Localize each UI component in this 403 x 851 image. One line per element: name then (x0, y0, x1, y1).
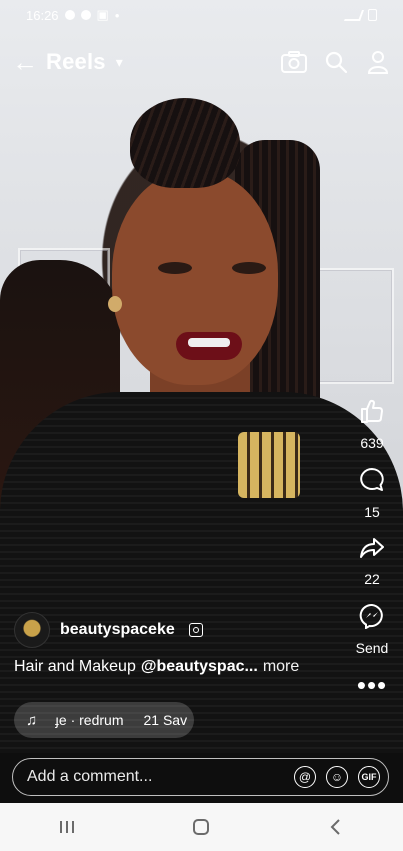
sim-icon (64, 10, 75, 20)
braid-beads (238, 432, 300, 498)
eye-right (232, 262, 266, 274)
top-bar: ← Reels ▾ (0, 44, 403, 80)
smile (188, 338, 230, 347)
reels-screen: 16:26 ▣ • ← Reels ▾ 639 15 22 Send ••• b… (0, 0, 403, 851)
status-right (343, 9, 377, 21)
home-icon[interactable] (171, 807, 231, 847)
like-count: 639 (360, 435, 384, 451)
page-title[interactable]: Reels (46, 49, 106, 75)
comment-icons: @ ☺ GIF (294, 766, 380, 788)
share-button[interactable]: 22 (359, 536, 385, 587)
image-icon: ▣ (96, 7, 109, 22)
action-rail: 639 15 22 Send ••• (355, 398, 389, 714)
comment-input[interactable]: Add a comment... @ ☺ GIF (12, 758, 389, 796)
comment-button[interactable]: 15 (359, 467, 385, 520)
top-bar-right (281, 49, 391, 75)
status-left: 16:26 ▣ • (26, 7, 119, 23)
top-bar-left: ← Reels ▾ (12, 49, 123, 75)
more-button[interactable]: ••• (357, 672, 387, 698)
back-arrow-icon[interactable]: ← (12, 49, 38, 75)
braided-topknot (130, 98, 240, 188)
system-nav-bar (0, 803, 403, 851)
black-shirt (0, 392, 403, 804)
music-note-icon: ♫ (26, 711, 38, 729)
earring (108, 296, 122, 312)
recents-icon[interactable] (37, 807, 97, 847)
eye-left (158, 262, 192, 274)
search-icon[interactable] (323, 49, 349, 75)
author-name[interactable]: beautyspaceke (60, 621, 175, 639)
shield-icon (80, 10, 91, 20)
battery-icon (368, 9, 377, 21)
reel-video[interactable] (0, 0, 403, 804)
camera-icon[interactable] (281, 49, 307, 75)
send-button[interactable]: Send (355, 603, 389, 656)
comment-placeholder: Add a comment... (27, 768, 153, 785)
instagram-icon (188, 623, 203, 637)
comment-count: 15 (364, 504, 380, 520)
avatar[interactable] (14, 612, 50, 648)
caption[interactable]: Hair and Makeup @beautyspac... more (14, 658, 299, 676)
back-icon[interactable] (306, 807, 366, 847)
status-bar: 16:26 ▣ • (0, 0, 403, 30)
author-row[interactable]: beautyspaceke (14, 612, 203, 648)
comment-icon (359, 467, 385, 498)
audio-title: ɟe · redrum (47, 712, 124, 728)
send-label: Send (355, 640, 389, 656)
more-icon: ••• (356, 670, 388, 700)
caption-handle[interactable]: @beautyspac... (141, 658, 258, 676)
emoji-icon[interactable]: ☺ (326, 766, 348, 788)
clock: 16:26 (26, 7, 59, 23)
caption-text: Hair and Makeup (14, 658, 136, 675)
messenger-icon (359, 603, 385, 634)
like-icon (359, 398, 385, 429)
chevron-down-icon[interactable]: ▾ (116, 54, 123, 71)
at-icon[interactable]: @ (294, 766, 316, 788)
caption-more-link[interactable]: more (263, 658, 299, 676)
profile-icon[interactable] (365, 49, 391, 75)
comment-bar: Add a comment... @ ☺ GIF (0, 753, 403, 803)
share-icon (359, 536, 385, 565)
like-button[interactable]: 639 (359, 398, 385, 451)
audio-saves: 21 Sav (143, 712, 188, 728)
audio-pill[interactable]: ♫ ɟe · redrum 21 Sav (14, 702, 194, 738)
share-count: 22 (364, 571, 380, 587)
signal-icon (343, 9, 365, 21)
dot-icon: • (114, 7, 120, 23)
gif-icon[interactable]: GIF (358, 766, 380, 788)
